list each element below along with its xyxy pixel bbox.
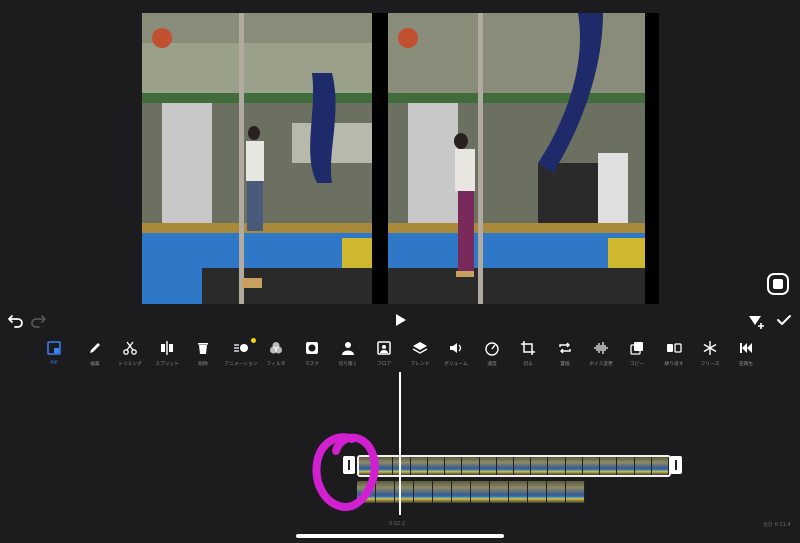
checkmark-icon[interactable] bbox=[774, 310, 794, 330]
pip-video-clip[interactable] bbox=[388, 13, 645, 304]
tool-label: 速度 bbox=[487, 361, 497, 367]
mask-icon bbox=[306, 342, 318, 354]
annotation-circle bbox=[312, 433, 379, 511]
tool-repeat[interactable]: 繰り返す bbox=[655, 338, 693, 370]
pip-track-thumbnails bbox=[359, 457, 669, 475]
animation-icon bbox=[234, 344, 248, 352]
tool-label: 削除 bbox=[198, 361, 208, 367]
tool-animation[interactable]: アニメーション bbox=[222, 338, 260, 370]
tool-trim[interactable]: トリミング bbox=[111, 338, 149, 370]
tool-label: ボイス変更 bbox=[589, 361, 613, 367]
playback-controls bbox=[0, 305, 800, 335]
tool-filter[interactable]: フィルタ bbox=[257, 338, 295, 370]
snowflake-icon bbox=[703, 341, 717, 355]
tool-label: 切る bbox=[523, 361, 533, 367]
playhead[interactable] bbox=[399, 372, 401, 515]
video-preview bbox=[0, 0, 800, 305]
tool-split[interactable]: スプリット bbox=[148, 338, 186, 370]
tool-label: PIP bbox=[50, 360, 58, 366]
tool-voice[interactable]: ボイス変更 bbox=[582, 338, 620, 370]
total-duration: 合計 0:11.4 bbox=[763, 522, 791, 528]
tool-label: マスク bbox=[304, 361, 320, 367]
redo-icon[interactable] bbox=[28, 310, 48, 330]
tool-frame[interactable]: フロア bbox=[365, 338, 403, 370]
pip-icon bbox=[47, 341, 61, 355]
tool-cutout[interactable]: 切り抜く bbox=[329, 338, 367, 370]
tool-label: コピー bbox=[629, 361, 645, 367]
scissors-icon bbox=[123, 341, 137, 355]
speedometer-icon bbox=[485, 342, 499, 356]
tool-label: 繰り返す bbox=[664, 361, 684, 367]
layers-icon bbox=[412, 342, 428, 354]
main-track-thumbnails bbox=[357, 481, 585, 503]
tool-label: 置換 bbox=[560, 361, 570, 367]
video-frame[interactable] bbox=[142, 13, 659, 304]
filter-icon bbox=[270, 342, 282, 354]
current-time: 0:02.2 bbox=[389, 521, 405, 527]
tool-replace[interactable]: 置換 bbox=[546, 338, 584, 370]
tool-reverse[interactable]: 逆再生 bbox=[727, 338, 765, 370]
tool-label: ブレンド bbox=[410, 361, 430, 367]
tool-label: トリミング bbox=[118, 361, 142, 367]
tool-crop[interactable]: 切る bbox=[509, 338, 547, 370]
frame-icon bbox=[377, 341, 391, 355]
trash-icon bbox=[198, 343, 208, 354]
tool-speed[interactable]: 速度 bbox=[473, 338, 511, 370]
reverse-icon bbox=[740, 343, 752, 353]
tool-label: 逆再生 bbox=[738, 361, 754, 367]
edit-toolbar: PIP 編集 トリミング スプリット 削除 アニメーション フィルタ マスク 切… bbox=[0, 338, 800, 370]
tool-label: フリーズ bbox=[700, 361, 720, 367]
tool-label: フロア bbox=[376, 361, 392, 367]
pencil-icon bbox=[90, 343, 100, 353]
tool-label: フィルタ bbox=[266, 361, 286, 367]
tool-label: アニメーション bbox=[224, 361, 258, 367]
repeat-icon bbox=[667, 343, 682, 353]
new-badge bbox=[251, 338, 256, 343]
copy-icon bbox=[630, 342, 643, 355]
play-icon[interactable] bbox=[390, 310, 410, 330]
tool-delete[interactable]: 削除 bbox=[184, 338, 222, 370]
replace-icon bbox=[559, 342, 571, 354]
waveform-icon bbox=[594, 342, 608, 354]
tool-label: スプリット bbox=[155, 361, 179, 367]
fullscreen-icon[interactable] bbox=[767, 273, 789, 295]
home-indicator bbox=[296, 534, 504, 538]
main-video-clip[interactable] bbox=[142, 13, 372, 304]
undo-icon[interactable] bbox=[6, 310, 26, 330]
tool-label: 編集 bbox=[90, 361, 100, 367]
tool-pip[interactable]: PIP bbox=[35, 338, 73, 370]
tool-blend[interactable]: ブレンド bbox=[401, 338, 439, 370]
tool-copy[interactable]: コピー bbox=[618, 338, 656, 370]
tool-freeze[interactable]: フリーズ bbox=[691, 338, 729, 370]
trim-handle-right[interactable] bbox=[670, 456, 682, 474]
main-video-track[interactable] bbox=[357, 481, 585, 503]
tool-label: ボリューム bbox=[444, 361, 468, 367]
tool-edit[interactable]: 編集 bbox=[76, 338, 114, 370]
keyframe-add-icon[interactable] bbox=[746, 310, 766, 330]
timeline[interactable]: 0:02.2 合計 0:11.4 bbox=[0, 372, 800, 543]
tool-label: 切り抜く bbox=[338, 361, 358, 367]
tool-volume[interactable]: ボリューム bbox=[437, 338, 475, 370]
crop-icon bbox=[521, 341, 535, 355]
tool-mask[interactable]: マスク bbox=[293, 338, 331, 370]
split-icon bbox=[161, 341, 173, 355]
speaker-icon bbox=[450, 343, 462, 353]
cutout-icon bbox=[342, 342, 354, 355]
selected-pip-track[interactable] bbox=[357, 455, 671, 477]
